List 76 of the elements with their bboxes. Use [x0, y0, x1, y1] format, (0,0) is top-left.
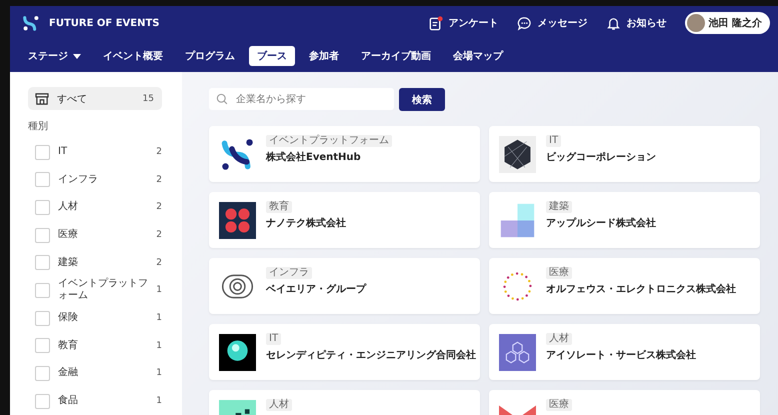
- user-menu-button[interactable]: 池田 隆之介: [684, 12, 770, 34]
- category-tag: 人材: [546, 333, 572, 345]
- circles-logo-icon: [219, 202, 256, 239]
- booth-card[interactable]: 人材 アイソレート・サービス株式会社: [489, 324, 760, 380]
- booth-card[interactable]: IT ビッグコーポレーション: [489, 126, 760, 182]
- header-action[interactable]: アンケート: [428, 16, 499, 30]
- checkbox[interactable]: [35, 338, 50, 354]
- avatar-icon: [686, 14, 705, 32]
- hexagon-logo-icon: [499, 136, 536, 173]
- checkbox[interactable]: [35, 310, 50, 326]
- header-action[interactable]: お知らせ: [606, 16, 667, 30]
- checkbox[interactable]: [35, 366, 50, 381]
- category-tag: 医療: [546, 267, 572, 279]
- category-tag: IT: [546, 135, 562, 147]
- booth-card[interactable]: イベントプラットフォーム 株式会社EventHub: [209, 126, 480, 182]
- company-name: アイソレート・サービス株式会社: [546, 348, 696, 362]
- search-icon: [216, 93, 228, 105]
- section-heading: 種別: [28, 120, 49, 134]
- checkbox[interactable]: [35, 282, 50, 298]
- brand-logo-icon: [22, 14, 40, 32]
- category-tag: インフラ: [266, 267, 312, 279]
- category-filter[interactable]: IT 2: [28, 138, 162, 166]
- sphere-logo-icon: [219, 334, 256, 371]
- bell-icon: [606, 16, 621, 30]
- company-name: ナノテク株式会社: [266, 216, 346, 230]
- checkbox[interactable]: [35, 200, 50, 215]
- booth-card[interactable]: IT セレンディピティ・エンジニアリング合同会社: [209, 324, 480, 380]
- brand-name: FUTURE OF EVENTS: [49, 18, 160, 28]
- category-filter[interactable]: 食品 1: [28, 387, 162, 415]
- search-input[interactable]: 企業名から探す: [234, 92, 387, 106]
- category-tag: IT: [266, 333, 282, 345]
- company-name: オルフェウス・エレクトロニクス株式会社: [546, 282, 736, 296]
- category-tag: 教育: [266, 201, 292, 213]
- checkbox[interactable]: [35, 172, 50, 188]
- category-tag: 医療: [546, 399, 572, 411]
- category-tag: 建築: [546, 201, 572, 213]
- search-button[interactable]: 検索: [399, 88, 445, 111]
- cubes-logo-icon: [499, 334, 536, 371]
- nav-tab[interactable]: 参加者: [301, 46, 347, 66]
- all-filter-item[interactable]: すべて 15: [28, 87, 162, 110]
- checkbox[interactable]: [35, 144, 50, 160]
- checkbox[interactable]: [35, 394, 50, 409]
- booth-card[interactable]: 医療: [489, 390, 760, 415]
- category-tag: 人材: [266, 399, 292, 411]
- nav-tab[interactable]: イベント概要: [95, 46, 171, 66]
- company-name: セレンディピティ・エンジニアリング合同会社: [266, 348, 476, 362]
- clipboard-icon: [428, 16, 443, 30]
- nav-tab[interactable]: 会場マップ: [445, 46, 511, 66]
- header-action[interactable]: メッセージ: [516, 16, 588, 30]
- company-name: ベイエリア・グループ: [266, 282, 366, 296]
- category-filter[interactable]: 建築 2: [28, 248, 162, 277]
- category-filter[interactable]: 保険 1: [28, 304, 162, 332]
- booth-card[interactable]: 人材: [209, 390, 480, 415]
- category-filter[interactable]: 医療 2: [28, 221, 162, 249]
- squares-logo-icon: [499, 202, 536, 239]
- category-filter[interactable]: 人材 2: [28, 194, 162, 222]
- company-name: 株式会社EventHub: [266, 150, 361, 164]
- booth-card[interactable]: 医療 オルフェウス・エレクトロニクス株式会社: [489, 258, 760, 314]
- category-filter[interactable]: インフラ 2: [28, 166, 162, 194]
- category-filter[interactable]: 教育 1: [28, 332, 162, 360]
- booth-card[interactable]: インフラ ベイエリア・グループ: [209, 258, 480, 314]
- store-icon: [35, 92, 49, 105]
- category-tag: イベントプラットフォーム: [266, 135, 392, 147]
- nav-tab[interactable]: ブース: [249, 46, 295, 66]
- nav-tab[interactable]: ステージ: [20, 46, 89, 66]
- nav-tab[interactable]: プログラム: [177, 46, 243, 66]
- checkbox[interactable]: [35, 255, 50, 270]
- category-filter[interactable]: 金融 1: [28, 360, 162, 388]
- search-field[interactable]: 企業名から探す: [209, 88, 394, 110]
- booth-card[interactable]: 教育 ナノテク株式会社: [209, 192, 480, 248]
- checkbox[interactable]: [35, 228, 50, 243]
- nav-tab[interactable]: アーカイブ動画: [353, 46, 439, 66]
- booth-card[interactable]: 建築 アップルシード株式会社: [489, 192, 760, 248]
- chat-icon: [516, 16, 532, 30]
- company-name: ビッグコーポレーション: [546, 150, 656, 164]
- company-name: アップルシード株式会社: [546, 216, 656, 230]
